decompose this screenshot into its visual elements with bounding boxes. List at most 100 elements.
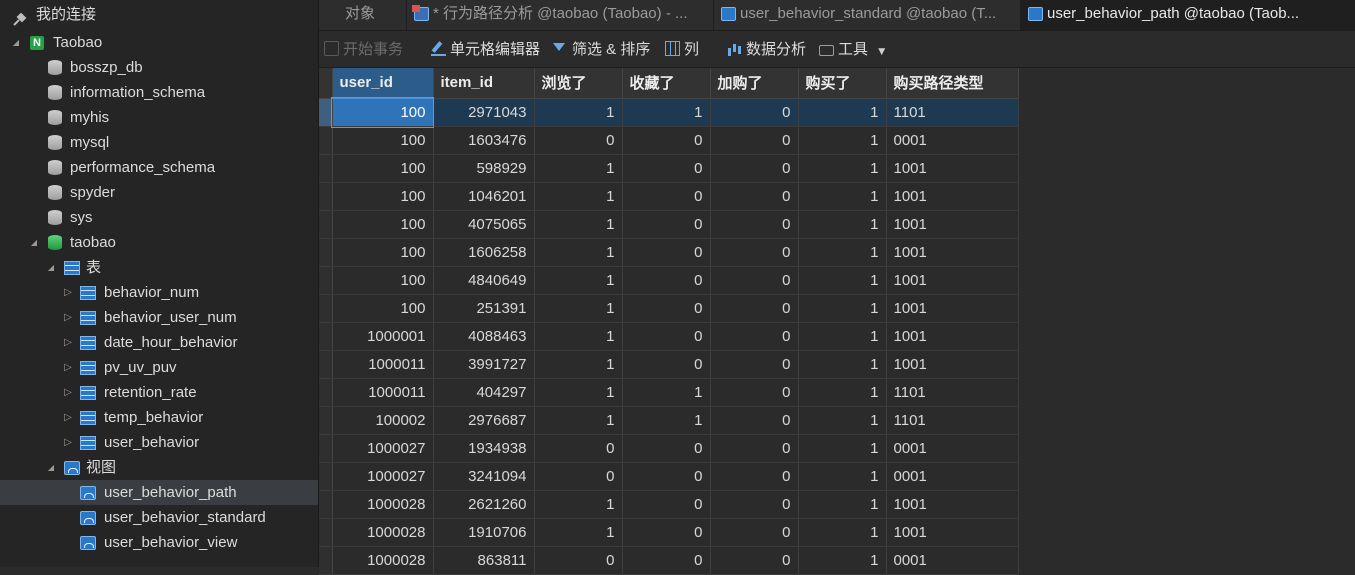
table-cell[interactable]: 1000001 <box>332 322 434 351</box>
table-cell[interactable]: 0 <box>622 434 711 463</box>
tree-item-view[interactable]: user_behavior_path <box>0 480 318 505</box>
table-row[interactable]: 100002 2976687 1 1 0 1 1101 <box>319 406 1019 435</box>
table-cell[interactable]: 3241094 <box>433 462 535 491</box>
table-row[interactable]: 1000028 863811 0 0 0 1 0001 <box>319 546 1019 575</box>
tab-1[interactable]: * 行为路径分析 @taobao (Taobao) - ... <box>407 0 714 30</box>
tree-item-table[interactable]: ▷ behavior_user_num <box>0 305 318 330</box>
table-cell[interactable]: 0 <box>534 546 623 575</box>
collapse-arrow-icon[interactable]: ▷ <box>62 405 74 430</box>
table-cell[interactable]: 1 <box>622 406 711 435</box>
table-cell[interactable]: 0 <box>710 294 799 323</box>
table-cell[interactable]: 0 <box>710 462 799 491</box>
collapse-arrow-icon[interactable]: ▷ <box>62 430 74 455</box>
table-cell[interactable]: 0 <box>534 462 623 491</box>
tree-item-table[interactable]: ▷ temp_behavior <box>0 405 318 430</box>
data-analysis-button[interactable]: 数据分析 <box>727 31 806 67</box>
table-cell[interactable]: 1 <box>534 378 623 407</box>
columns-button[interactable]: 列 <box>665 31 699 67</box>
table-cell[interactable]: 0 <box>622 210 711 239</box>
column-header[interactable]: 加购了 <box>710 68 799 99</box>
table-cell[interactable]: 1001 <box>886 238 1019 267</box>
table-cell[interactable]: 0 <box>622 294 711 323</box>
table-cell[interactable]: 0 <box>622 518 711 547</box>
row-marker[interactable] <box>319 154 333 183</box>
table-cell[interactable]: 251391 <box>433 294 535 323</box>
table-cell[interactable]: 0 <box>622 266 711 295</box>
table-cell[interactable]: 1101 <box>886 406 1019 435</box>
table-cell[interactable]: 863811 <box>433 546 535 575</box>
table-cell[interactable]: 1 <box>534 154 623 183</box>
tree-item-database-taobao[interactable]: ◢ taobao <box>0 230 318 255</box>
table-cell[interactable]: 1 <box>798 126 887 155</box>
table-cell[interactable]: 0 <box>534 126 623 155</box>
table-row[interactable]: 1000011 3991727 1 0 0 1 1001 <box>319 350 1019 379</box>
row-marker[interactable] <box>319 294 333 323</box>
tab-2[interactable]: user_behavior_standard @taobao (T... <box>714 0 1021 30</box>
table-cell[interactable]: 0 <box>710 518 799 547</box>
table-cell[interactable]: 1 <box>798 518 887 547</box>
expand-arrow-icon[interactable]: ◢ <box>45 455 57 480</box>
row-marker[interactable] <box>319 126 333 155</box>
table-row[interactable]: 100 1603476 0 0 0 1 0001 <box>319 126 1019 155</box>
table-cell[interactable]: 0 <box>710 378 799 407</box>
row-marker[interactable] <box>319 98 333 127</box>
table-cell[interactable]: 1 <box>534 350 623 379</box>
table-cell[interactable]: 0 <box>622 238 711 267</box>
cell-editor-button[interactable]: 单元格编辑器 <box>431 31 540 67</box>
table-cell[interactable]: 0 <box>622 350 711 379</box>
tree-item-database[interactable]: performance_schema <box>0 155 318 180</box>
table-cell[interactable]: 1001 <box>886 350 1019 379</box>
table-cell[interactable]: 0001 <box>886 546 1019 575</box>
table-cell[interactable]: 0 <box>622 126 711 155</box>
row-marker[interactable] <box>319 434 333 463</box>
table-cell[interactable]: 2971043 <box>433 98 535 127</box>
table-cell[interactable]: 1 <box>798 182 887 211</box>
table-row[interactable]: 1000001 4088463 1 0 0 1 1001 <box>319 322 1019 351</box>
table-row[interactable]: 100 4075065 1 0 0 1 1001 <box>319 210 1019 239</box>
table-cell[interactable]: 0 <box>710 350 799 379</box>
table-cell[interactable]: 0 <box>622 546 711 575</box>
tree-item-view[interactable]: user_behavior_standard <box>0 505 318 530</box>
table-cell[interactable]: 0 <box>622 322 711 351</box>
table-cell[interactable]: 1 <box>798 154 887 183</box>
tree-item-connection[interactable]: ◢ Taobao <box>0 30 318 56</box>
table-cell[interactable]: 1101 <box>886 98 1019 127</box>
table-cell[interactable]: 0001 <box>886 462 1019 491</box>
table-cell[interactable]: 3991727 <box>433 350 535 379</box>
row-marker[interactable] <box>319 182 333 211</box>
table-cell[interactable]: 1603476 <box>433 126 535 155</box>
row-marker[interactable] <box>319 546 333 575</box>
table-cell[interactable]: 1000011 <box>332 378 434 407</box>
table-cell[interactable]: 4840649 <box>433 266 535 295</box>
table-cell[interactable]: 1001 <box>886 154 1019 183</box>
collapse-arrow-icon[interactable]: ▷ <box>62 380 74 405</box>
table-cell[interactable]: 1 <box>534 406 623 435</box>
table-cell[interactable]: 598929 <box>433 154 535 183</box>
table-cell[interactable]: 0001 <box>886 126 1019 155</box>
table-cell[interactable]: 0 <box>710 434 799 463</box>
table-cell[interactable]: 1 <box>534 322 623 351</box>
row-marker[interactable] <box>319 322 333 351</box>
table-cell[interactable]: 0 <box>710 210 799 239</box>
table-cell[interactable]: 1 <box>798 266 887 295</box>
table-cell[interactable]: 100 <box>332 154 434 183</box>
table-row[interactable]: 100 4840649 1 0 0 1 1001 <box>319 266 1019 295</box>
table-cell[interactable]: 100 <box>332 210 434 239</box>
table-cell[interactable]: 0 <box>710 126 799 155</box>
table-cell[interactable]: 0 <box>710 490 799 519</box>
tab-3[interactable]: user_behavior_path @taobao (Taob... <box>1021 0 1355 30</box>
column-header[interactable]: user_id <box>332 68 434 99</box>
table-cell[interactable]: 1001 <box>886 266 1019 295</box>
collapse-arrow-icon[interactable]: ▷ <box>62 280 74 305</box>
table-cell[interactable]: 1 <box>534 266 623 295</box>
tree-item-table[interactable]: ▷ behavior_num <box>0 280 318 305</box>
table-cell[interactable]: 1 <box>798 322 887 351</box>
tab-0[interactable]: 对象 <box>319 0 407 30</box>
table-cell[interactable]: 100 <box>332 238 434 267</box>
table-row[interactable]: 1000028 2621260 1 0 0 1 1001 <box>319 490 1019 519</box>
tree-item-database[interactable]: mysql <box>0 130 318 155</box>
table-cell[interactable]: 0001 <box>886 434 1019 463</box>
row-marker[interactable] <box>319 350 333 379</box>
table-cell[interactable]: 100002 <box>332 406 434 435</box>
column-header[interactable]: item_id <box>433 68 535 99</box>
